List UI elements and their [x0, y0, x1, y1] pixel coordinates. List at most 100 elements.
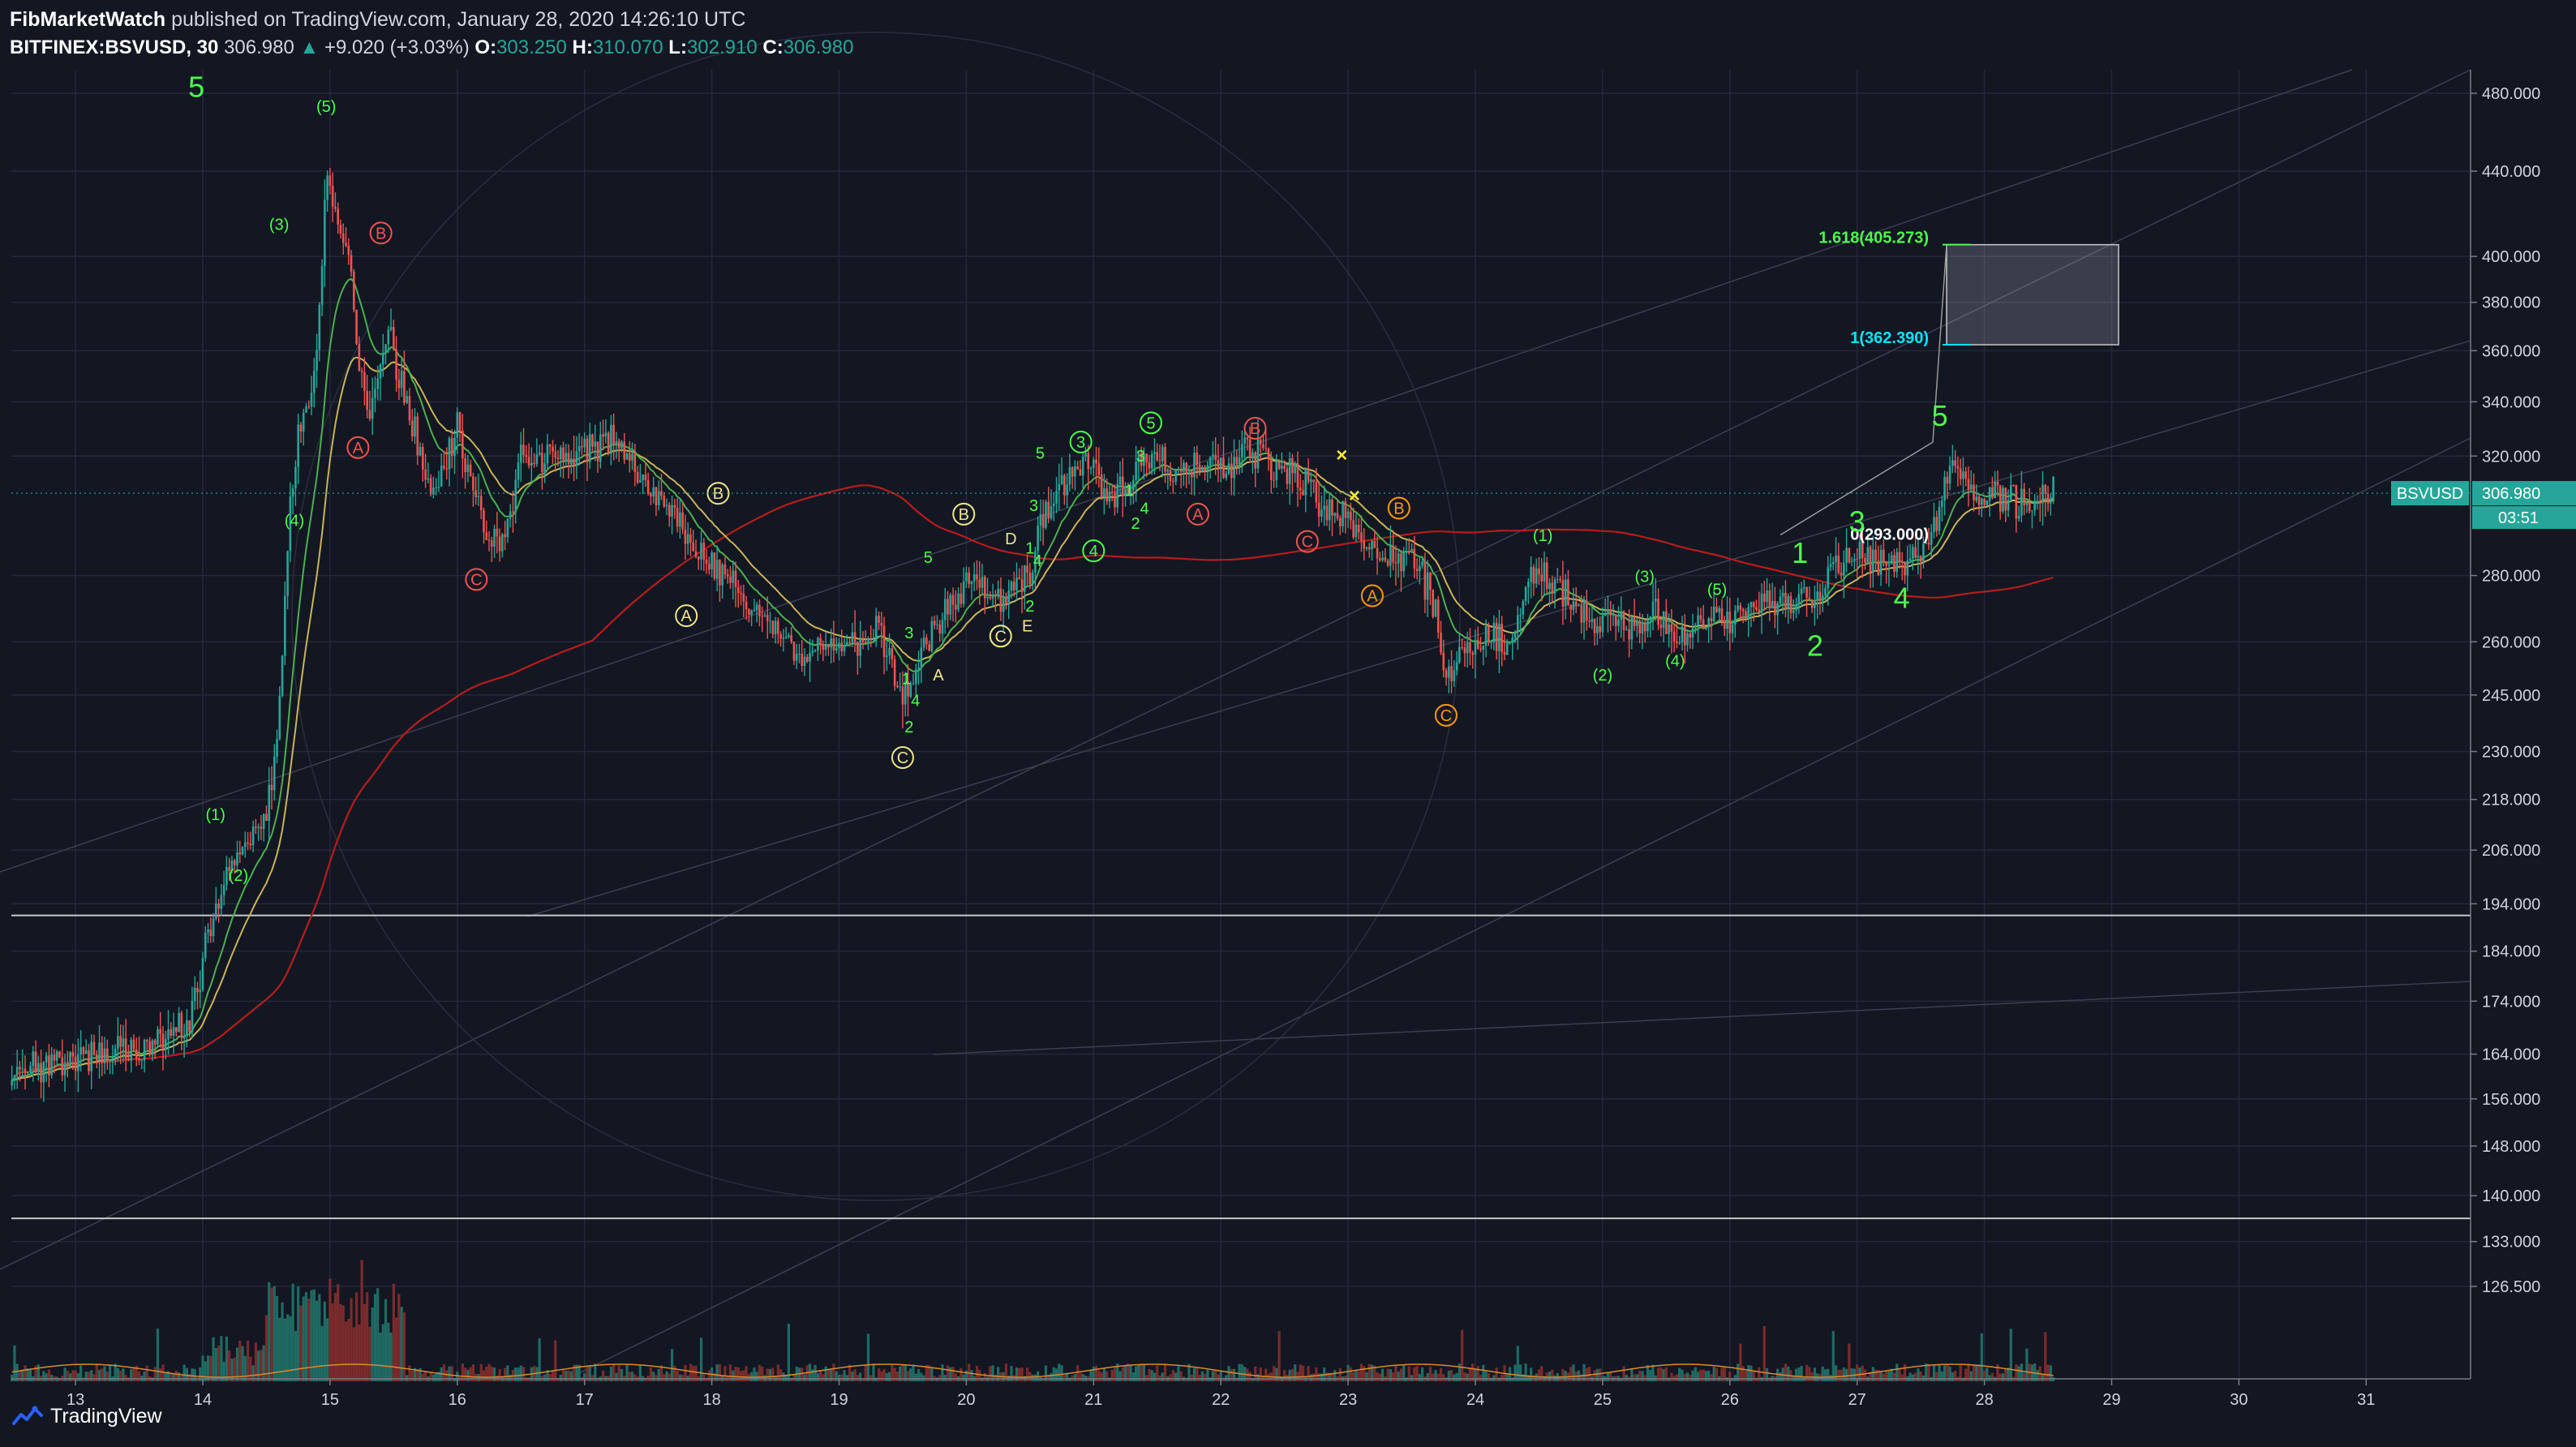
candle-body: [1198, 464, 1201, 472]
wave-label: B: [376, 225, 386, 243]
candle-body: [324, 200, 326, 267]
volume-bar: [50, 1375, 54, 1381]
candle-body: [878, 616, 880, 623]
volume-bar: [1179, 1371, 1183, 1381]
candle-body: [732, 570, 735, 583]
candle-body: [1678, 642, 1681, 644]
candle-body: [1118, 476, 1122, 484]
candle-body: [1161, 447, 1164, 462]
candle-body: [1355, 524, 1358, 538]
wave-label: B: [1250, 420, 1260, 438]
volume-bar: [1537, 1369, 1541, 1381]
candle-body: [705, 560, 708, 565]
volume-bar: [1696, 1372, 1700, 1381]
candle-body: [209, 929, 213, 937]
volume-bar: [246, 1340, 250, 1381]
candle-body: [1715, 606, 1718, 612]
candle-body: [679, 512, 681, 527]
price-chart[interactable]: 1.618(405.273)1(362.390)0(293.000) 5(5)(…: [0, 0, 2576, 1447]
candle-body: [1153, 452, 1156, 454]
volume-bar: [702, 1374, 706, 1381]
wave-label: (3): [1634, 568, 1654, 586]
volume-bar: [1357, 1371, 1360, 1381]
volume-bar: [1744, 1371, 1748, 1381]
candle-body: [395, 349, 397, 380]
wave-label: 5: [1036, 445, 1045, 463]
candle-body: [1646, 620, 1649, 632]
candle-body: [106, 1048, 109, 1061]
volume-bar: [1288, 1369, 1291, 1381]
candle-body: [801, 653, 804, 666]
candle-body: [82, 1047, 85, 1054]
author-name[interactable]: FibMarketWatch: [10, 8, 165, 31]
candle-body: [1018, 577, 1021, 580]
volume-bar: [869, 1375, 873, 1381]
volume-bar: [360, 1260, 363, 1381]
volume-bar: [1643, 1375, 1646, 1381]
wave-label: (2): [1593, 667, 1612, 685]
volume-bar: [389, 1332, 393, 1381]
candle-body: [1256, 439, 1260, 469]
wave-label: D: [1005, 530, 1016, 548]
candle-body: [1900, 561, 1904, 563]
candle-body: [302, 412, 305, 432]
candle-body: [1225, 473, 1228, 478]
tradingview-logo[interactable]: TradingView: [11, 1400, 162, 1432]
candle-body: [1517, 615, 1519, 632]
candle-body: [968, 572, 970, 585]
candle-body: [1837, 555, 1840, 573]
wave-label: 3: [1136, 448, 1145, 466]
candle-body: [736, 586, 740, 593]
volume-bar: [1885, 1372, 1888, 1381]
candle-body: [999, 588, 1002, 612]
candle-body: [84, 1050, 88, 1054]
candle-body: [1296, 462, 1299, 488]
volume-bar: [1484, 1372, 1488, 1381]
tradingview-logo-text: TradingView: [50, 1404, 162, 1428]
candle-body: [355, 309, 358, 345]
candle-body: [1561, 580, 1565, 607]
volume-bar: [707, 1370, 711, 1381]
candle-body: [466, 464, 470, 473]
candle-body: [581, 446, 583, 448]
price-tick-label: 230.000: [2482, 744, 2540, 762]
candle-body: [886, 655, 888, 658]
candle-body: [1179, 470, 1183, 472]
time-tick-label: 22: [1212, 1391, 1230, 1409]
volume-bar: [779, 1369, 783, 1381]
candle-body: [501, 534, 504, 552]
volume-bar: [670, 1349, 674, 1381]
candle-body: [135, 1050, 138, 1059]
candle-body: [1024, 565, 1026, 592]
candle-body: [122, 1038, 125, 1047]
candle-body: [1010, 582, 1013, 591]
candle-body: [1691, 628, 1694, 638]
candle-body: [851, 632, 854, 643]
candle-body: [583, 438, 586, 448]
volume-bar: [1935, 1372, 1938, 1381]
symbol-name[interactable]: BITFINEX:BSVUSD, 30: [10, 36, 218, 58]
candle-body: [1872, 549, 1874, 573]
candle-body: [1702, 619, 1705, 629]
candle-body: [1723, 621, 1726, 629]
candle-body: [1689, 633, 1692, 638]
candle-body: [1904, 561, 1906, 576]
candle-body: [1908, 558, 1912, 561]
candle-body: [1532, 567, 1535, 584]
volume-bar: [339, 1303, 342, 1381]
candle-body: [58, 1051, 61, 1058]
volume-bar: [1089, 1370, 1093, 1381]
candle-body: [607, 432, 610, 454]
candle-body: [1448, 666, 1450, 678]
candle-body: [1930, 532, 1933, 545]
low-label: L:: [668, 36, 687, 58]
candle-body: [233, 860, 236, 865]
candle-body: [1405, 551, 1408, 552]
candle-body: [164, 1039, 167, 1050]
volume-bar: [1670, 1372, 1673, 1381]
volume-bar: [853, 1369, 857, 1381]
volume-bar: [1432, 1373, 1435, 1381]
candle-body: [1076, 466, 1079, 470]
candle-body: [832, 638, 835, 651]
candle-body: [711, 552, 713, 570]
